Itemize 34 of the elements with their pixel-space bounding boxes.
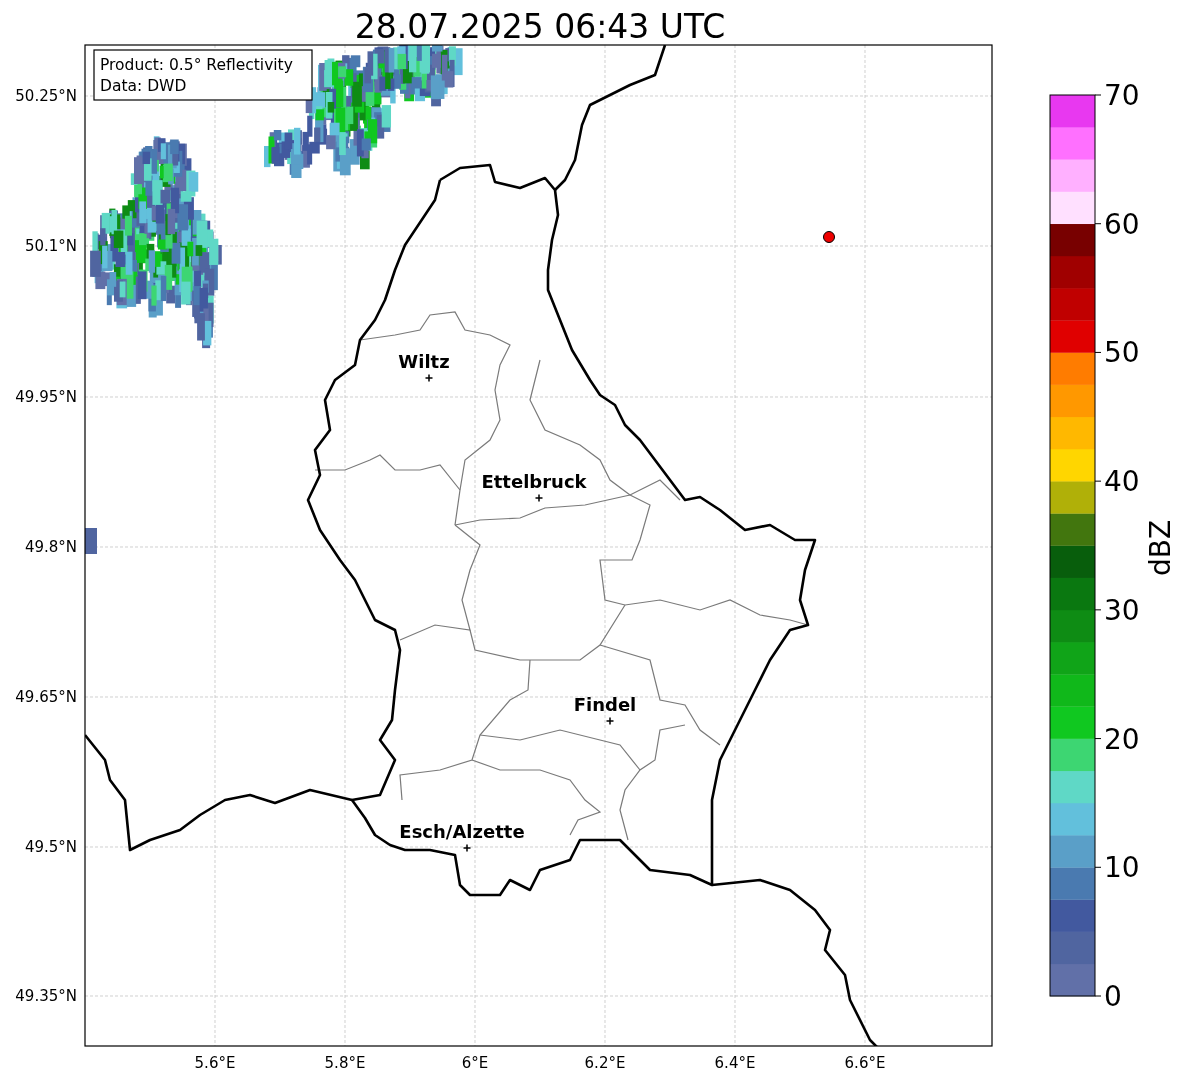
city-label: Wiltz [398,351,450,372]
tick-label: 20 [1104,722,1140,756]
tick-label: 0 [1104,980,1122,1013]
tick-label: 6°E [461,1054,489,1072]
city-label: Findel [573,694,637,715]
tick-label: 5.6°E [194,1054,236,1072]
city-label: Ettelbruck [481,471,587,492]
tick-label: 50.25°N [15,87,77,105]
tick-label: 6.6°E [844,1054,886,1072]
tick-label: 40 [1104,465,1140,499]
tick-label: 5.8°E [324,1054,366,1072]
city-marker-icon [424,373,434,383]
chart-title: 28.07.2025 06:43 UTC [354,7,726,46]
city-marker-icon [605,716,615,726]
tick-label: 6.2°E [584,1054,626,1072]
radar-site-dot [823,231,835,243]
city-label: Esch/Alzette [399,821,525,842]
tick-label: 6.4°E [714,1054,756,1072]
city-marker-icon [462,843,472,853]
info-text: Data: DWD [100,77,187,95]
tick-label: 49.8°N [24,538,77,556]
tick-label: 50.1°N [24,237,77,255]
tick-label: 70 [1104,79,1140,112]
city-marker-icon [534,493,544,503]
info-text: Product: 0.5° Reflectivity [100,56,293,74]
tick-label: 50 [1104,336,1140,370]
tick-label: 60 [1104,207,1140,241]
tick-label: 30 [1104,593,1140,627]
tick-label: 49.95°N [15,388,77,406]
tick-label: 49.5°N [24,838,77,856]
tick-label: 49.35°N [15,987,77,1005]
colorbar-label: dBZ [1144,519,1177,577]
tick-label: 10 [1104,851,1140,885]
tick-label: 49.65°N [15,688,77,706]
